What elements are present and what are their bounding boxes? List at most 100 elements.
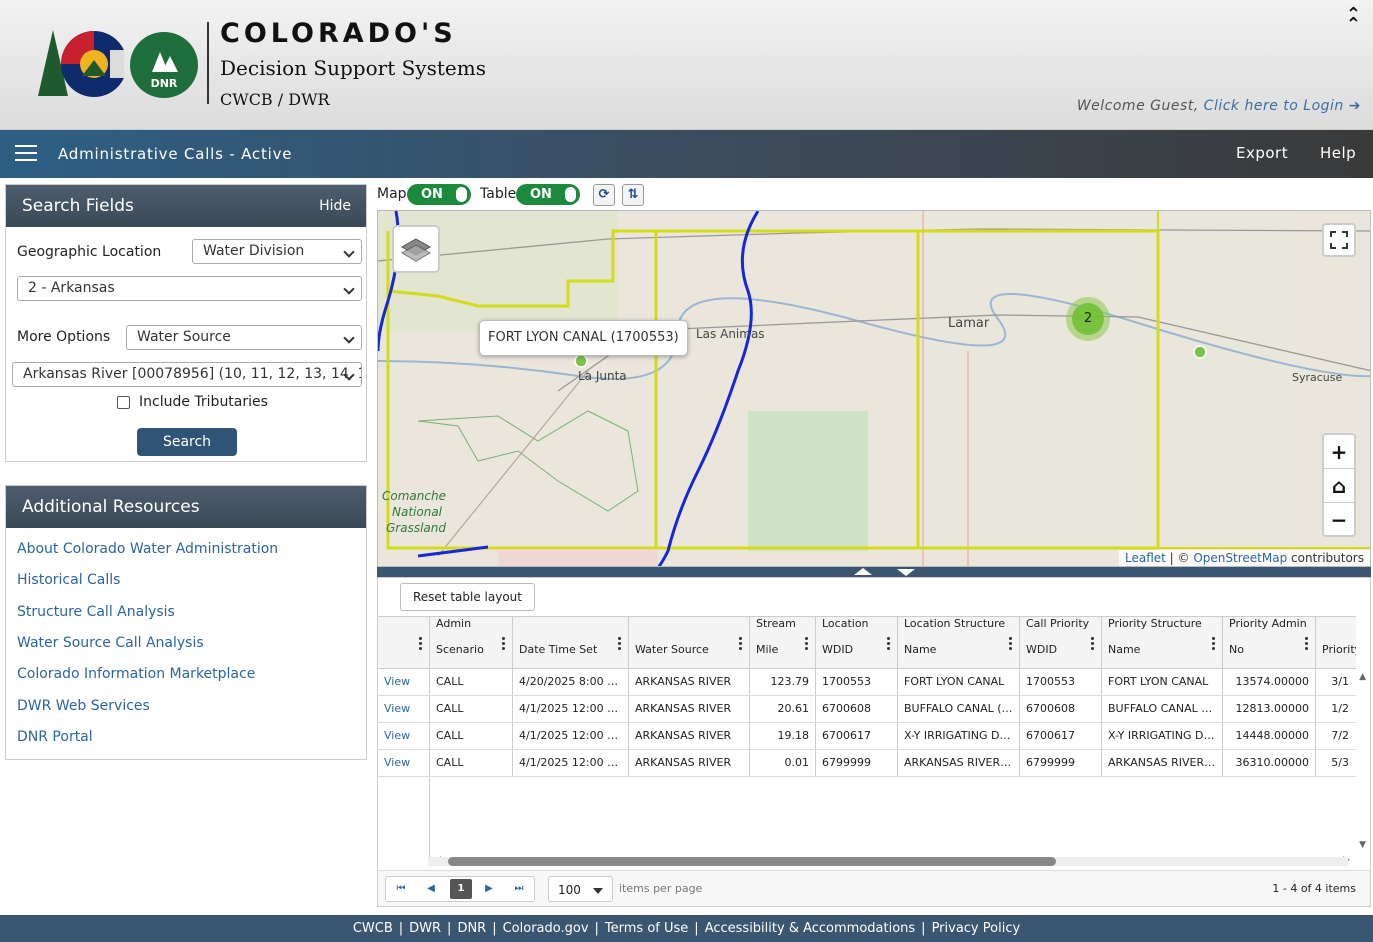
expand-up-icon[interactable]	[854, 568, 872, 575]
attribution-separator: | ©	[1165, 551, 1194, 565]
resource-link-information-marketplace[interactable]: Colorado Information Marketplace	[17, 666, 255, 682]
geo-location-label: Geographic Location	[17, 244, 162, 260]
resource-link-structure-call-analysis[interactable]: Structure Call Analysis	[17, 604, 175, 620]
cell-water-source: ARKANSAS RIVER	[629, 750, 750, 776]
resource-link-historical-calls[interactable]: Historical Calls	[17, 572, 120, 588]
column-menu-icon[interactable]	[887, 637, 890, 652]
prev-page-icon[interactable]: ◀	[416, 877, 446, 901]
hide-panel-button[interactable]: Hide	[319, 198, 351, 214]
water-source-select[interactable]: Arkansas River [00078956] (10, 11, 12, 1…	[12, 362, 362, 387]
column-menu-icon[interactable]	[1212, 637, 1215, 652]
scroll-down-icon[interactable]: ▼	[1359, 840, 1366, 850]
last-page-icon[interactable]: ⏭	[504, 877, 534, 901]
geo-value-select[interactable]: 2 - Arkansas	[17, 276, 362, 301]
column-menu-icon[interactable]	[1305, 637, 1308, 652]
page-size-label: items per page	[619, 882, 703, 895]
footer-separator: |	[921, 921, 926, 936]
cluster-count: 2	[1072, 303, 1104, 335]
column-menu-icon[interactable]	[419, 637, 422, 652]
header-call-priority-wdid[interactable]: Call Priority WDID	[1020, 617, 1102, 668]
footer-link-dnr[interactable]: DNR	[454, 921, 489, 936]
cell-priority-structure-name: X-Y IRRIGATING DI...	[1102, 723, 1223, 749]
first-page-icon[interactable]: ⏮	[386, 877, 416, 901]
resource-link-dnr-portal[interactable]: DNR Portal	[17, 729, 93, 745]
more-options-label: More Options	[17, 329, 111, 345]
pagination-bar: ⏮ ◀ 1 ▶ ⏭ 100 items per page 1 - 4 of 4 …	[378, 870, 1370, 906]
map-view[interactable]: Las Animas La Junta Lamar Syracuse Coman…	[377, 210, 1371, 567]
footer-link-colorado-gov[interactable]: Colorado.gov	[500, 921, 592, 936]
header-admin-scenario[interactable]: Admin Scenario	[430, 617, 513, 668]
osm-link[interactable]: OpenStreetMap	[1193, 551, 1287, 565]
next-page-icon[interactable]: ▶	[474, 877, 504, 901]
more-options-select[interactable]: Water Source	[126, 325, 362, 350]
scroll-up-icon[interactable]: ▲	[1359, 672, 1366, 682]
geo-type-select[interactable]: Water Division	[192, 239, 362, 264]
view-link[interactable]: View	[378, 750, 430, 776]
header-location-structure-name[interactable]: Location Structure Name	[898, 617, 1020, 668]
leaflet-link[interactable]: Leaflet	[1125, 551, 1166, 565]
login-icon[interactable]: ➔	[1349, 98, 1361, 114]
footer-link-terms[interactable]: Terms of Use	[602, 921, 691, 936]
include-tributaries-checkbox[interactable]	[117, 396, 130, 409]
header-water-source[interactable]: Water Source	[629, 617, 750, 668]
column-menu-icon[interactable]	[1091, 637, 1094, 652]
attribution-contributors: contributors	[1287, 551, 1364, 565]
footer-link-dwr[interactable]: DWR	[406, 921, 444, 936]
expand-down-icon[interactable]	[897, 569, 915, 576]
resource-link-about[interactable]: About Colorado Water Administration	[17, 541, 278, 557]
resource-link-water-source-call-analysis[interactable]: Water Source Call Analysis	[17, 635, 204, 651]
header-stream-mile[interactable]: Stream Mile	[750, 617, 816, 668]
collapse-header-icon[interactable]: ⌃ ⌃	[1346, 6, 1361, 34]
cell-priority-structure-name: FORT LYON CANAL	[1102, 669, 1223, 695]
logo-divider	[207, 22, 209, 104]
map-table-splitter[interactable]	[377, 567, 1371, 577]
zoom-in-icon[interactable]: +	[1324, 435, 1354, 469]
refresh-icon[interactable]: ⟳	[593, 184, 615, 206]
map-toggle[interactable]: ON	[407, 184, 471, 205]
view-link[interactable]: View	[378, 723, 430, 749]
map-cluster-marker[interactable]: 2	[1066, 297, 1110, 341]
footer-link-accessibility[interactable]: Accessibility & Accommodations	[702, 921, 918, 936]
header-priority-admin-no[interactable]: Priority Admin No	[1223, 617, 1316, 668]
header-priority-structure-name[interactable]: Priority Structure Name	[1102, 617, 1223, 668]
reset-table-layout-button[interactable]: Reset table layout	[400, 583, 535, 611]
login-link[interactable]: Click here to Login	[1204, 98, 1344, 114]
page-size-select[interactable]: 100	[548, 876, 613, 902]
map-label-lamar: Lamar	[948, 316, 990, 331]
column-menu-icon[interactable]	[805, 637, 808, 652]
footer-separator: |	[594, 921, 599, 936]
current-page[interactable]: 1	[450, 879, 472, 899]
footer-separator: |	[694, 921, 699, 936]
sync-map-table-icon[interactable]: ⇅	[622, 184, 644, 206]
cell-stream-mile: 123.79	[750, 669, 816, 695]
fullscreen-icon[interactable]	[1322, 223, 1356, 257]
cell-admin-scenario: CALL	[430, 750, 513, 776]
table-toggle[interactable]: ON	[516, 184, 580, 205]
column-menu-icon[interactable]	[739, 637, 742, 652]
horizontal-scrollbar[interactable]	[428, 857, 1348, 866]
home-icon[interactable]: ⌂	[1324, 469, 1354, 503]
zoom-out-icon[interactable]: −	[1324, 503, 1354, 537]
footer-link-privacy[interactable]: Privacy Policy	[929, 921, 1024, 936]
view-link[interactable]: View	[378, 696, 430, 722]
footer-link-cwcb[interactable]: CWCB	[350, 921, 396, 936]
resource-link-dwr-web-services[interactable]: DWR Web Services	[17, 698, 150, 714]
page-title: Administrative Calls - Active	[58, 145, 293, 163]
export-button[interactable]: Export	[1236, 144, 1288, 162]
column-menu-icon[interactable]	[618, 637, 621, 652]
search-button[interactable]: Search	[137, 428, 237, 456]
zoom-controls: + ⌂ −	[1322, 433, 1356, 537]
header-location-wdid[interactable]: Location WDID	[816, 617, 898, 668]
column-menu-icon[interactable]	[1009, 637, 1012, 652]
help-button[interactable]: Help	[1320, 144, 1356, 162]
table-row: View CALL 4/20/2025 8:00 AM ARKANSAS RIV…	[378, 669, 1356, 696]
scrollbar-thumb[interactable]	[448, 857, 1056, 866]
hamburger-menu-icon[interactable]	[15, 145, 37, 161]
header-date-time-set[interactable]: Date Time Set	[513, 617, 629, 668]
view-link[interactable]: View	[378, 669, 430, 695]
dnr-logo-text: DNR	[150, 77, 178, 90]
column-menu-icon[interactable]	[502, 637, 505, 652]
header-priority[interactable]: Priority	[1316, 617, 1356, 668]
layers-icon[interactable]	[392, 225, 440, 273]
site-footer: CWCB | DWR | DNR | Colorado.gov | Terms of Use | A…	[0, 915, 1373, 942]
